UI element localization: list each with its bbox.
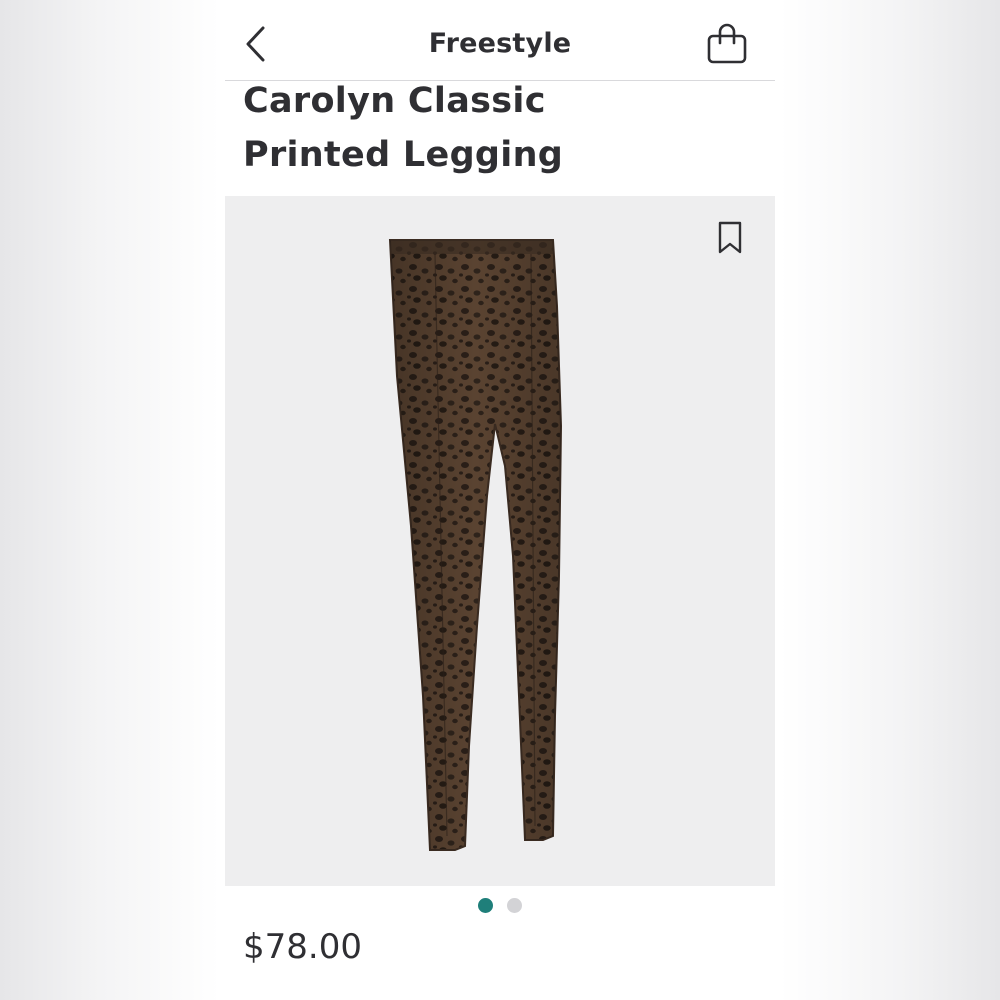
app-screen: Freestyle Carolyn Classic Printed Leggin…	[225, 0, 775, 1000]
nav-title: Freestyle	[428, 28, 572, 59]
save-button[interactable]	[717, 221, 743, 255]
product-title: Carolyn Classic Printed Legging	[243, 74, 763, 182]
nav-bar: Freestyle	[225, 0, 775, 81]
carousel-dot[interactable]	[478, 898, 493, 913]
product-title-line-1: Carolyn Classic	[243, 81, 546, 121]
carousel-pagination	[225, 898, 775, 914]
product-price: $78.00	[243, 927, 362, 967]
carousel-dot[interactable]	[507, 898, 522, 913]
product-title-line-2: Printed Legging	[243, 135, 564, 175]
shopping-bag-button[interactable]	[705, 22, 749, 66]
legging-product-image	[388, 239, 563, 851]
product-image-carousel[interactable]	[225, 196, 775, 886]
bookmark-icon	[718, 221, 742, 254]
shopping-bag-icon	[707, 23, 747, 64]
